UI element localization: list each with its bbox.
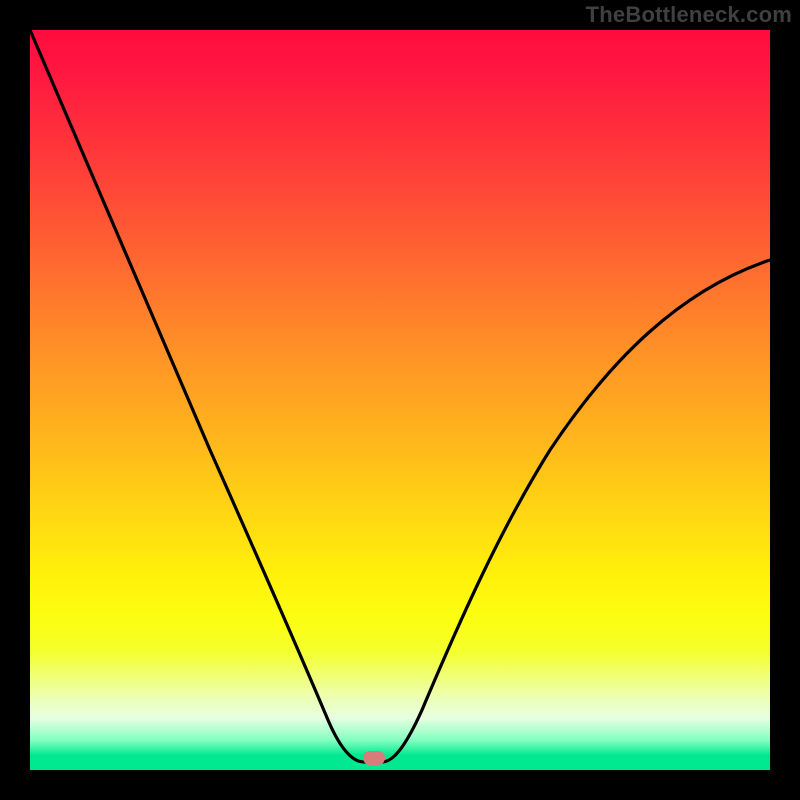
- chart-frame: TheBottleneck.com: [0, 0, 800, 800]
- curve-path: [30, 30, 770, 762]
- plot-area: [30, 30, 770, 770]
- attribution-text: TheBottleneck.com: [586, 2, 792, 28]
- optimum-marker: [363, 751, 385, 765]
- bottleneck-curve: [30, 30, 770, 770]
